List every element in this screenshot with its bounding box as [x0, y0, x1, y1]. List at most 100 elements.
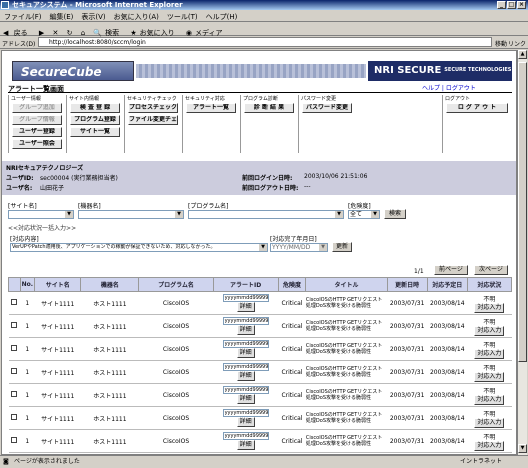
response-input-button[interactable]: 対応入力 — [474, 302, 505, 313]
search-submit-button[interactable]: 検索 — [384, 209, 406, 219]
status-text: 不明 — [483, 341, 496, 349]
row-checkbox-cell — [8, 383, 21, 407]
updated-cell: 2003/07/31 — [387, 429, 428, 453]
row-checkbox[interactable] — [11, 345, 18, 351]
address-input[interactable]: http://localhost:8080/sccm/login — [38, 37, 492, 47]
column-header[interactable]: No. — [19, 277, 36, 292]
column-header[interactable]: 更新日時 — [386, 277, 428, 292]
update-button[interactable]: 更新 — [332, 242, 352, 252]
detail-button[interactable]: 詳細 — [236, 394, 255, 404]
row-checkbox[interactable] — [11, 368, 18, 374]
response-input-button[interactable]: 対応入力 — [474, 348, 505, 359]
response-input-button[interactable]: 対応入力 — [474, 440, 505, 451]
title-cell: CiscoIOSのHTTP GETリクエスト処理DoS攻撃を受ける脆弱性 — [305, 337, 388, 361]
detail-button[interactable]: 詳細 — [236, 440, 255, 450]
column-header[interactable]: 危険度 — [277, 277, 307, 292]
row-checkbox[interactable] — [11, 322, 18, 328]
next-page-button[interactable]: 次ページ — [474, 265, 508, 275]
scroll-down-icon[interactable]: ▼ — [518, 444, 527, 453]
danger-select[interactable]: 全て — [348, 210, 380, 219]
column-header[interactable]: 機器名 — [80, 277, 140, 292]
detail-button[interactable]: 詳細 — [236, 417, 255, 427]
maximize-button[interactable]: □ — [507, 1, 516, 9]
alert-cell: yyyymmdd99999 詳細 — [213, 291, 279, 315]
column-header[interactable]: タイトル — [305, 277, 388, 292]
row-checkbox[interactable] — [11, 391, 18, 397]
column-header[interactable]: アラートID — [212, 277, 279, 292]
menu-button[interactable]: 検 査 登 録 — [70, 103, 120, 113]
alert-cell: yyyymmdd99999 詳細 — [213, 337, 279, 361]
site-cell: サイト1111 — [34, 291, 81, 315]
menu-button[interactable]: アラート一覧 — [186, 103, 236, 113]
menu-button[interactable]: パスワード変更 — [302, 103, 352, 113]
status-bar: ◙ ページが表示されました イントラネット — [0, 455, 528, 468]
detail-button[interactable]: 詳細 — [236, 302, 255, 312]
address-label: アドレス(D) — [2, 41, 36, 48]
response-input-button[interactable]: 対応入力 — [474, 325, 505, 336]
last-login-value: 2003/10/06 21:51:06 — [304, 173, 368, 180]
scroll-thumb[interactable] — [518, 62, 527, 362]
last-logout-value: --- — [304, 183, 311, 190]
status-text: 不明 — [483, 387, 496, 395]
row-checkbox[interactable] — [11, 299, 18, 305]
danger-cell: Critical — [278, 337, 306, 361]
menu-button[interactable]: 診 断 結 果 — [244, 103, 294, 113]
host-cell: ホスト1111 — [80, 406, 139, 430]
help-links[interactable]: ヘルプ | ログアウト — [422, 83, 476, 92]
host-cell: ホスト1111 — [80, 291, 139, 315]
column-header[interactable]: 対応予定日 — [426, 277, 468, 292]
response-input-button[interactable]: 対応入力 — [474, 371, 505, 382]
close-button[interactable]: × — [517, 1, 526, 9]
column-header[interactable]: サイト名 — [34, 277, 82, 292]
host-filter-label: [機器名] — [78, 203, 101, 210]
date-input[interactable]: YYYY/MM/DD — [270, 243, 328, 252]
site-cell: サイト1111 — [34, 314, 81, 338]
alert-cell: yyyymmdd99999 詳細 — [213, 429, 279, 453]
detail-button[interactable]: 詳細 — [236, 348, 255, 358]
menu-group-label: ユーザー情報 — [11, 96, 41, 102]
response-input-button[interactable]: 対応入力 — [474, 394, 505, 405]
column-header[interactable]: 対応状況 — [466, 277, 513, 292]
user-id-label: ユーザID: — [6, 175, 34, 182]
title-cell: CiscoIOSのHTTP GETリクエスト処理DoS攻撃を受ける脆弱性 — [305, 429, 388, 453]
prev-page-button[interactable]: 前ページ — [434, 265, 468, 275]
go-button[interactable]: 移動 — [495, 39, 507, 48]
site-cell: サイト1111 — [34, 360, 81, 384]
program-cell: CiscoIOS — [138, 314, 214, 338]
response-input-button[interactable]: 対応入力 — [474, 417, 505, 428]
address-bar: アドレス(D) http://localhost:8080/sccm/login… — [0, 36, 528, 49]
vertical-scrollbar[interactable]: ▲ ▼ — [517, 50, 527, 455]
links-label[interactable]: リンク — [508, 39, 526, 48]
detail-button[interactable]: 詳細 — [236, 371, 255, 381]
menu-button[interactable]: サイト一覧 — [70, 127, 120, 137]
scroll-up-icon[interactable]: ▲ — [518, 50, 527, 59]
row-checkbox[interactable] — [11, 437, 18, 443]
menu-button[interactable]: グループ情報 — [12, 115, 62, 125]
menu-button[interactable]: ユーザー登録 — [12, 127, 62, 137]
updated-cell: 2003/07/31 — [387, 337, 428, 361]
no-cell: 1 — [20, 314, 35, 338]
column-header[interactable]: プログラム名 — [138, 277, 214, 292]
row-checkbox[interactable] — [11, 414, 18, 420]
alert-id-field: yyyymmdd99999 — [222, 409, 269, 417]
menu-button[interactable]: ロ グ ア ウ ト — [446, 103, 508, 113]
menu-button[interactable]: プロセスチェック — [128, 103, 178, 113]
menu-group: ログアウトロ グ ア ウ ト — [442, 95, 510, 153]
site-cell: サイト1111 — [34, 429, 81, 453]
menu-button[interactable]: グループ追加 — [12, 103, 62, 113]
menu-group-label: パスワード変更 — [301, 96, 337, 102]
menu-group-label: ログアウト — [445, 96, 471, 102]
program-select[interactable] — [188, 210, 344, 219]
danger-cell: Critical — [278, 406, 306, 430]
table-header-row: No. サイト名 機器名 プログラム名 アラートID 危険度 タイトル 更新日時 対応予定日 対応… — [8, 277, 513, 292]
site-select[interactable] — [8, 210, 74, 219]
plan-cell: 2003/08/14 — [427, 429, 468, 453]
menu-button[interactable]: ファイル変更チェック — [128, 115, 178, 125]
menu-button[interactable]: ユーザー照会 — [12, 139, 62, 149]
detail-button[interactable]: 詳細 — [236, 325, 255, 335]
content-select[interactable]: VerUPやPatch適用後、アプリケーションでの稼動が保証できないため、対応し… — [10, 243, 268, 252]
minimize-button[interactable]: _ — [497, 1, 506, 9]
window-title-bar: セキュアシステム - Microsoft Internet Explorer _… — [0, 0, 528, 10]
menu-button[interactable]: プログラム登録 — [70, 115, 120, 125]
host-select[interactable] — [78, 210, 184, 219]
